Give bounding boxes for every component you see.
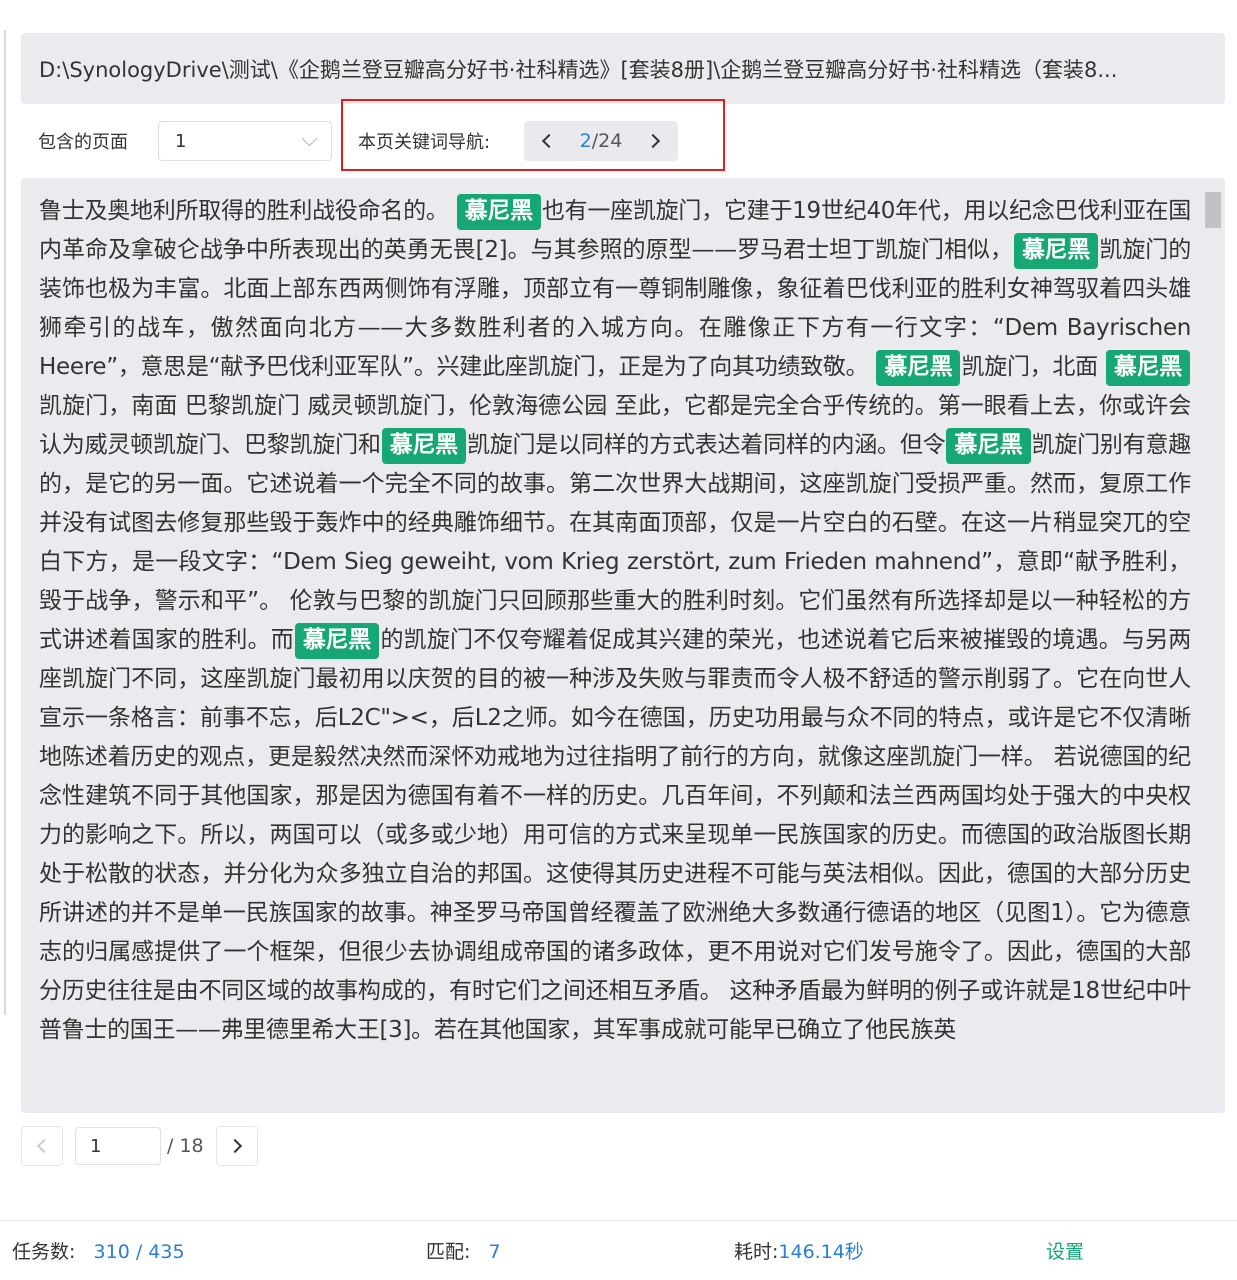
text-segment: 凯旋门别有意趣的，是它的另一面。它述说着一个完全不同的故事。第二次世界大战期间，… [39, 432, 1191, 653]
match-count-value: 7 [488, 1241, 501, 1263]
file-path-text: D:\SynologyDrive\测试\《企鹅兰登豆瓣高分好书·社科精选》[套装… [39, 57, 1118, 82]
keyword-prev-button[interactable] [536, 130, 558, 152]
scrollbar-thumb[interactable] [1205, 192, 1221, 228]
page-next-button[interactable] [215, 1126, 258, 1166]
file-path-bar: D:\SynologyDrive\测试\《企鹅兰登豆瓣高分好书·社科精选》[套装… [21, 33, 1225, 104]
keyword-highlight: 慕尼黑 [1105, 349, 1190, 386]
text-segment: 的凯旋门不仅夸耀着促成其兴建的荣光，也述说着它后来被摧毁的境遇。与另两座凯旋门不… [39, 627, 1191, 1043]
text-segment: 凯旋门，北面 [961, 354, 1105, 380]
keyword-highlight: 慕尼黑 [456, 193, 541, 230]
elapsed-time-value: 146.14秒 [778, 1241, 864, 1263]
keyword-highlight: 慕尼黑 [946, 427, 1031, 464]
text-segment: 凯旋门是以同样的方式表达着同样的内涵。但令 [466, 432, 946, 458]
elapsed-time-label: 耗时: [734, 1241, 779, 1263]
keyword-nav-label: 本页关键词导航: [358, 132, 491, 153]
chevron-right-icon [227, 1138, 242, 1154]
page-prev-button[interactable] [21, 1126, 63, 1166]
pages-select[interactable]: 1 [158, 121, 332, 161]
match-count-label: 匹配: [426, 1241, 471, 1263]
keyword-next-button[interactable] [644, 130, 666, 152]
keyword-current-index: 2 [579, 130, 592, 152]
elapsed-time: 耗时:146.14秒 [734, 1237, 864, 1264]
chevron-left-icon [36, 1138, 52, 1154]
task-count-label: 任务数: [12, 1241, 76, 1263]
chevron-down-icon [301, 130, 318, 146]
pagination: 1 / 18 [21, 1126, 258, 1166]
keyword-nav: 2/24 [524, 121, 678, 161]
settings-link[interactable]: 设置 [1046, 1237, 1084, 1264]
keyword-highlight: 慕尼黑 [381, 427, 466, 464]
text-content-panel[interactable]: 鲁士及奥地利所取得的胜利战役命名的。 慕尼黑 也有一座凯旋门，它建于19世纪40年… [21, 178, 1225, 1113]
keyword-highlight: 慕尼黑 [876, 349, 961, 386]
pages-label: 包含的页面 [38, 132, 128, 153]
page-total: / 18 [167, 1135, 204, 1157]
keyword-counter: 2/24 [580, 130, 623, 152]
keyword-total: 24 [598, 130, 623, 152]
keyword-highlight: 慕尼黑 [1013, 232, 1099, 269]
chevron-left-icon [541, 133, 557, 149]
status-footer: 任务数: 310 / 435 匹配: 7 耗时:146.14秒 设置 [0, 1221, 1237, 1280]
task-count-value: 310 / 435 [93, 1241, 185, 1263]
task-count: 任务数: 310 / 435 [12, 1237, 185, 1264]
keyword-highlight: 慕尼黑 [294, 622, 379, 659]
left-divider [4, 30, 6, 1015]
page-number-input[interactable]: 1 [75, 1127, 161, 1165]
chevron-right-icon [645, 133, 661, 149]
text-segment: 鲁士及奥地利所取得的胜利战役命名的。 [39, 198, 456, 224]
match-count: 匹配: 7 [426, 1237, 501, 1264]
pages-select-value: 1 [175, 130, 187, 152]
content-text: 鲁士及奥地利所取得的胜利战役命名的。 慕尼黑 也有一座凯旋门，它建于19世纪40年… [39, 192, 1191, 1050]
